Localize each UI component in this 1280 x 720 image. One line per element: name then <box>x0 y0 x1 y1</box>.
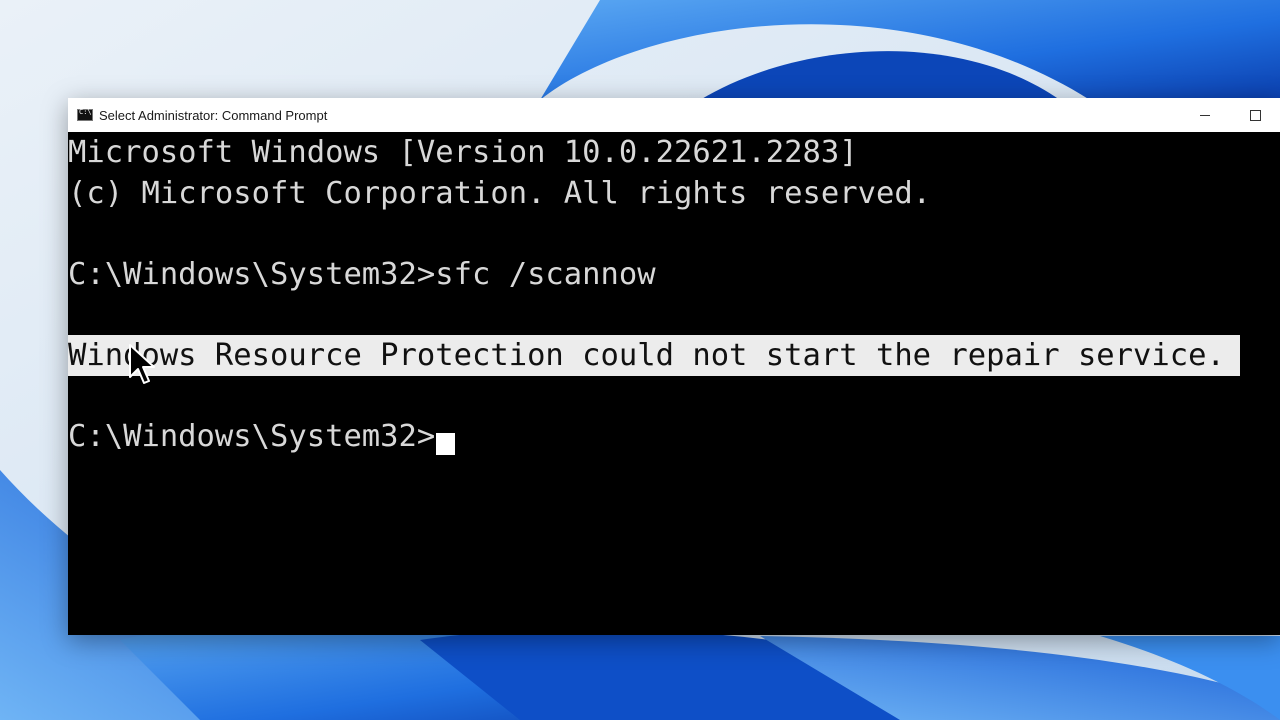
mouse-pointer-icon <box>129 344 155 384</box>
minimize-button[interactable] <box>1180 98 1230 132</box>
minimize-icon <box>1200 114 1210 116</box>
console-line-command: C:\Windows\System32>sfc /scannow <box>68 257 656 292</box>
command-prompt-icon <box>77 108 93 121</box>
console-prompt-line[interactable]: C:\Windows\System32> <box>68 416 456 457</box>
maximize-icon <box>1249 109 1261 121</box>
console-output[interactable]: Microsoft Windows [Version 10.0.22621.22… <box>68 132 1280 635</box>
command-prompt-window[interactable]: Select Administrator: Command Prompt Mic… <box>68 98 1280 635</box>
console-line-selected-error[interactable]: Windows Resource Protection could not st… <box>68 335 1240 376</box>
window-title: Select Administrator: Command Prompt <box>99 107 328 123</box>
console-prompt: C:\Windows\System32> <box>68 419 436 454</box>
text-caret <box>436 433 456 455</box>
maximize-button[interactable] <box>1230 98 1280 132</box>
window-controls <box>1180 98 1280 132</box>
console-line-copyright: (c) Microsoft Corporation. All rights re… <box>68 176 932 211</box>
console-line-version: Microsoft Windows [Version 10.0.22621.22… <box>68 135 858 170</box>
window-titlebar[interactable]: Select Administrator: Command Prompt <box>68 98 1280 132</box>
